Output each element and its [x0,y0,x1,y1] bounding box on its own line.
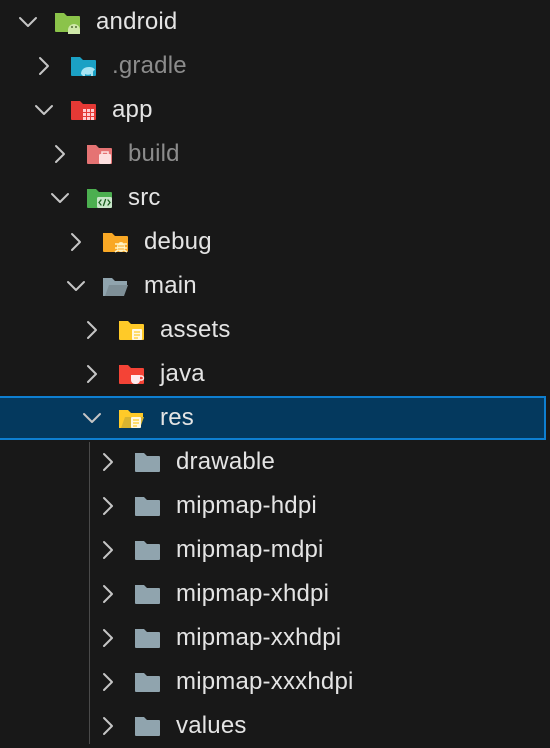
app-folder-icon [69,97,97,123]
res-folder-icon [117,405,145,431]
tree-item-android[interactable]: android [0,0,550,44]
folder-icon [133,669,161,695]
tree-item-label: android [96,8,178,35]
folder-icon [133,625,161,651]
file-explorer-tree: android .gradle app build src debug main assets… [0,0,550,744]
tree-item-label: mipmap-xxhdpi [176,624,342,651]
tree-item-mipmap-mdpi[interactable]: mipmap-mdpi [0,528,550,572]
tree-item-label: .gradle [112,52,187,79]
chevron-right-icon[interactable] [97,539,119,561]
tree-item-label: mipmap-xhdpi [176,580,330,607]
tree-item-src[interactable]: src [0,176,550,220]
folder-icon [133,713,161,739]
chevron-down-icon[interactable] [33,99,55,121]
tree-item-gradle[interactable]: .gradle [0,44,550,88]
tree-item-debug[interactable]: debug [0,220,550,264]
tree-item-mipmap-xxxhdpi[interactable]: mipmap-xxxhdpi [0,660,550,704]
tree-item-label: app [112,96,153,123]
tree-item-label: src [128,184,161,211]
chevron-right-icon[interactable] [49,143,71,165]
chevron-right-icon[interactable] [97,451,119,473]
tree-item-mipmap-hdpi[interactable]: mipmap-hdpi [0,484,550,528]
tree-item-mipmap-xxhdpi[interactable]: mipmap-xxhdpi [0,616,550,660]
chevron-down-icon[interactable] [81,407,103,429]
tree-item-label: mipmap-mdpi [176,536,324,563]
chevron-right-icon[interactable] [97,583,119,605]
chevron-right-icon[interactable] [33,55,55,77]
tree-item-label: mipmap-hdpi [176,492,317,519]
chevron-down-icon[interactable] [49,187,71,209]
tree-item-label: values [176,712,247,739]
chevron-down-icon[interactable] [65,275,87,297]
gradle-folder-icon [69,53,97,79]
tree-item-java[interactable]: java [0,352,550,396]
tree-item-label: build [128,140,180,167]
tree-item-label: res [160,404,194,431]
tree-item-label: main [144,272,197,299]
android-folder-icon [53,9,81,35]
chevron-right-icon[interactable] [97,715,119,737]
debug-folder-icon [101,229,129,255]
tree-item-label: drawable [176,448,275,475]
folder-icon [133,537,161,563]
chevron-right-icon[interactable] [65,231,87,253]
chevron-right-icon[interactable] [81,363,103,385]
folder-open-icon [101,273,129,299]
tree-item-label: mipmap-xxxhdpi [176,668,354,695]
chevron-right-icon[interactable] [81,319,103,341]
tree-item-app[interactable]: app [0,88,550,132]
tree-item-drawable[interactable]: drawable [0,440,550,484]
folder-icon [133,581,161,607]
tree-item-res[interactable]: res [0,396,546,440]
build-folder-icon [85,141,113,167]
tree-item-label: java [160,360,205,387]
tree-item-assets[interactable]: assets [0,308,550,352]
chevron-right-icon[interactable] [97,627,119,649]
chevron-down-icon[interactable] [17,11,39,33]
chevron-right-icon[interactable] [97,671,119,693]
tree-item-mipmap-xhdpi[interactable]: mipmap-xhdpi [0,572,550,616]
chevron-right-icon[interactable] [97,495,119,517]
tree-item-label: assets [160,316,231,343]
tree-item-build[interactable]: build [0,132,550,176]
assets-folder-icon [117,317,145,343]
src-folder-icon [85,185,113,211]
tree-item-values[interactable]: values [0,704,550,748]
folder-icon [133,493,161,519]
tree-item-label: debug [144,228,212,255]
tree-item-main[interactable]: main [0,264,550,308]
java-folder-icon [117,361,145,387]
folder-icon [133,449,161,475]
